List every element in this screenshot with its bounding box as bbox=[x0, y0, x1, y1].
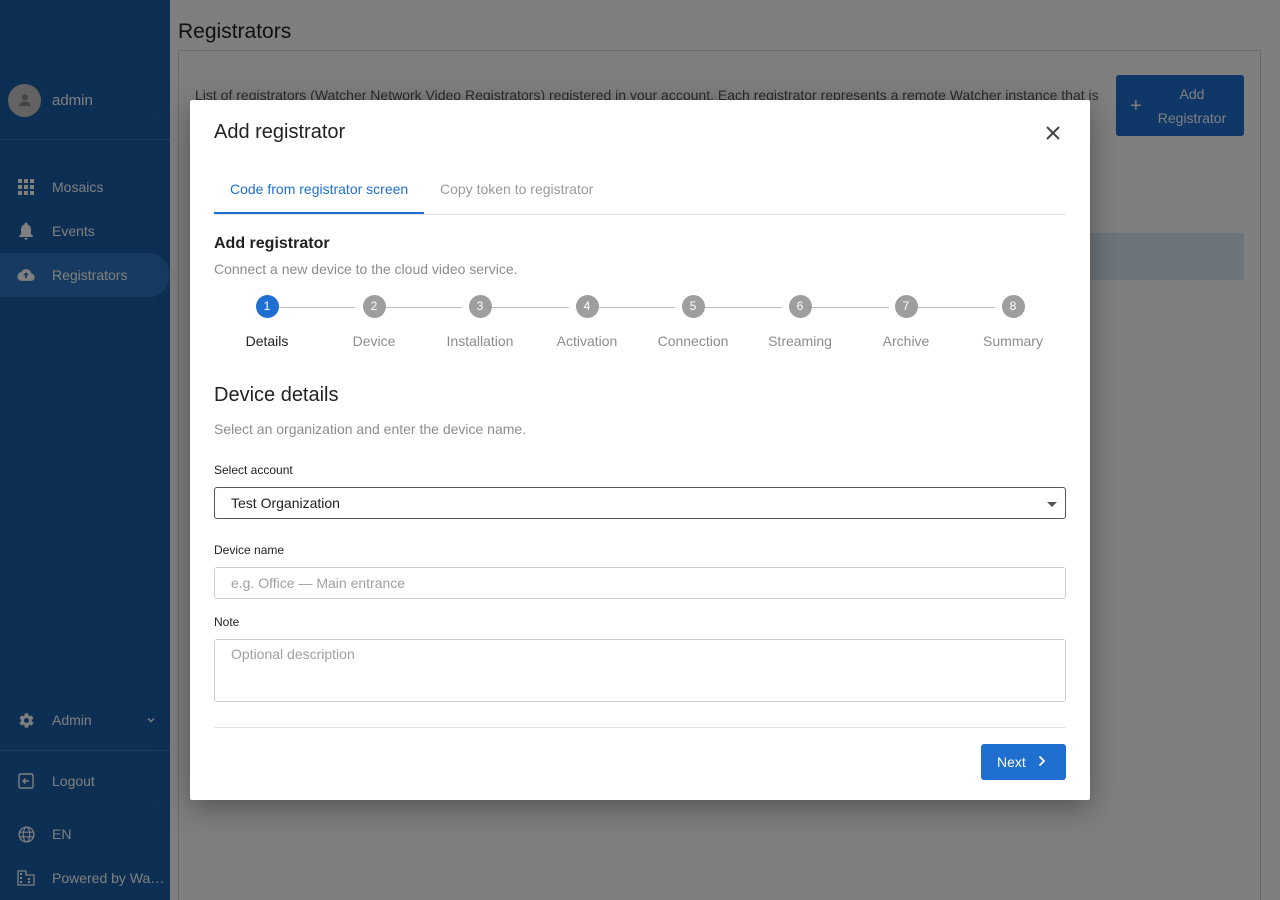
tab-code-from-screen[interactable]: Code from registrator screen bbox=[230, 170, 408, 214]
section-subtitle: Connect a new device to the cloud video … bbox=[214, 261, 518, 277]
step-label: Streaming bbox=[768, 333, 832, 349]
chevron-right-icon bbox=[1038, 754, 1046, 770]
section-title: Add registrator bbox=[214, 235, 330, 252]
account-label: Select account bbox=[214, 463, 293, 477]
step-number: 1 bbox=[255, 295, 279, 318]
step-connection[interactable]: 5 Connection bbox=[643, 295, 743, 349]
next-button[interactable]: Next bbox=[981, 744, 1066, 780]
tab-copy-token[interactable]: Copy token to registrator bbox=[440, 170, 593, 214]
step-number: 5 bbox=[681, 295, 705, 318]
step-label: Details bbox=[245, 333, 289, 349]
dialog-title: Add registrator bbox=[214, 121, 346, 143]
step-number: 3 bbox=[468, 295, 492, 318]
device-details-title: Device details bbox=[214, 384, 339, 406]
step-label: Activation bbox=[556, 333, 618, 349]
step-device[interactable]: 2 Device bbox=[324, 295, 424, 349]
step-number: 4 bbox=[575, 295, 599, 318]
tab-bar: Code from registrator screen Copy token … bbox=[214, 170, 1066, 215]
step-number: 8 bbox=[1001, 295, 1025, 318]
close-icon[interactable] bbox=[1044, 124, 1062, 142]
step-label: Archive bbox=[882, 333, 930, 349]
note-textarea[interactable] bbox=[214, 639, 1066, 702]
device-name-input[interactable] bbox=[214, 567, 1066, 599]
step-label: Connection bbox=[657, 333, 729, 349]
device-name-label: Device name bbox=[214, 543, 285, 557]
tab-indicator bbox=[214, 212, 424, 214]
step-archive[interactable]: 7 Archive bbox=[856, 295, 956, 349]
add-registrator-dialog: Add registrator Code from registrator sc… bbox=[190, 100, 1090, 800]
step-number: 6 bbox=[788, 295, 812, 318]
step-summary[interactable]: 8 Summary bbox=[963, 295, 1063, 349]
step-details[interactable]: 1 Details bbox=[217, 295, 317, 349]
divider bbox=[214, 727, 1066, 728]
stepper: 1 Details 2 Device 3 Installation 4 Acti… bbox=[214, 295, 1066, 355]
step-number: 7 bbox=[894, 295, 918, 318]
step-streaming[interactable]: 6 Streaming bbox=[750, 295, 850, 349]
note-label: Note bbox=[214, 615, 240, 629]
step-label: Installation bbox=[446, 333, 514, 349]
step-label: Summary bbox=[983, 333, 1043, 349]
account-select[interactable]: Test Organization bbox=[214, 487, 1066, 519]
account-select-value: Test Organization bbox=[231, 495, 340, 511]
step-label: Device bbox=[352, 333, 396, 349]
caret-down-icon bbox=[1047, 502, 1057, 507]
step-number: 2 bbox=[362, 295, 386, 318]
device-details-subtitle: Select an organization and enter the dev… bbox=[214, 421, 527, 437]
step-installation[interactable]: 3 Installation bbox=[430, 295, 530, 349]
step-activation[interactable]: 4 Activation bbox=[537, 295, 637, 349]
next-button-label: Next bbox=[997, 754, 1026, 770]
